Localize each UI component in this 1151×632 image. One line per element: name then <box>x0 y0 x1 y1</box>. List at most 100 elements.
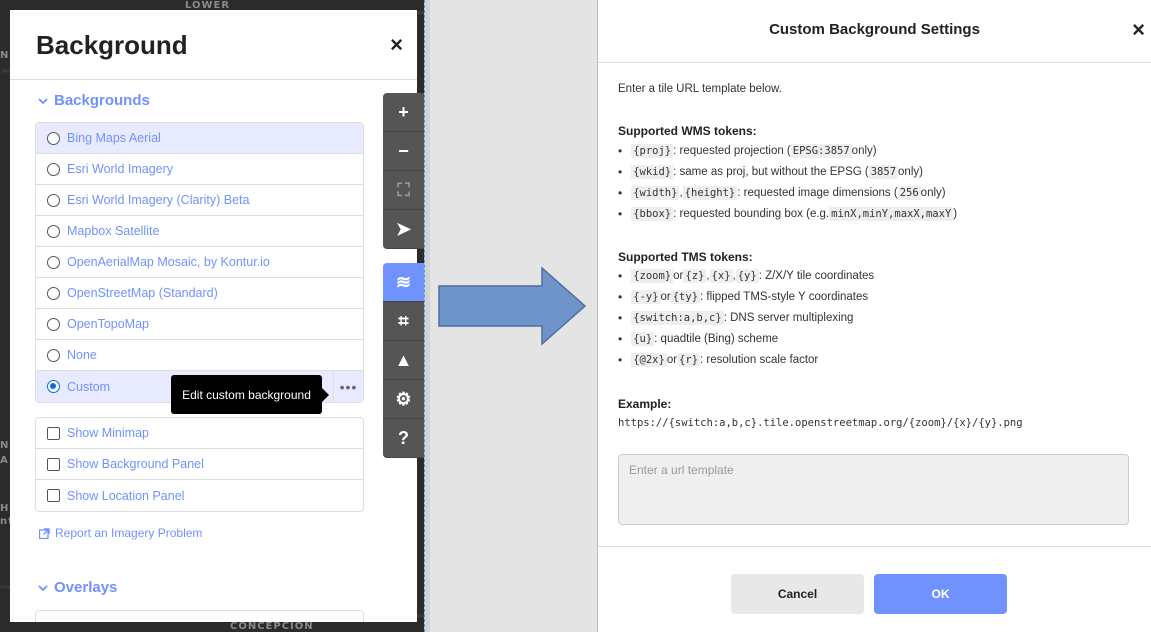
geolocate-icon: ➤ <box>395 218 412 239</box>
report-link-label: Report an Imagery Problem <box>55 526 203 540</box>
zoom-in-icon: + <box>398 101 409 122</box>
close-icon[interactable]: × <box>1132 17 1145 43</box>
background-item-label: Mapbox Satellite <box>67 224 160 238</box>
token-item: {zoom} or {z}, {x}, {y}: Z/X/Y tile coor… <box>618 265 874 286</box>
token-item: {wkid}: same as proj, but without the EP… <box>618 161 957 182</box>
background-item-esri-clarity[interactable]: Esri World Imagery (Clarity) Beta <box>36 185 363 216</box>
zoom-to-selection-button[interactable]: ⛶ <box>383 171 424 210</box>
cancel-button[interactable]: Cancel <box>731 574 864 614</box>
background-pane: Background × Backgrounds Bing Maps Aeria… <box>10 10 417 622</box>
option-label: Show Background Panel <box>67 457 204 471</box>
checkbox[interactable] <box>47 489 60 502</box>
modal-intro: Enter a tile URL template below. <box>618 83 782 95</box>
checkbox[interactable] <box>47 457 60 471</box>
token-item: {proj}: requested projection (EPSG:3857 … <box>618 140 957 161</box>
external-link-icon <box>39 527 50 539</box>
help-pane-button[interactable]: ? <box>383 419 424 458</box>
background-item-label: Bing Maps Aerial <box>67 131 161 145</box>
map-edge-letter: A <box>0 455 9 466</box>
background-item-openaerialmap[interactable]: OpenAerialMap Mosaic, by Kontur.io <box>36 247 363 278</box>
token-item: {-y} or {ty}: flipped TMS-style Y coordi… <box>618 286 874 307</box>
modal-title: Custom Background Settings <box>769 21 980 38</box>
radio-button[interactable] <box>47 255 60 269</box>
background-item-mapbox[interactable]: Mapbox Satellite <box>36 216 363 247</box>
modal-footer: Cancel OK <box>598 546 1151 632</box>
radio-button[interactable] <box>47 317 60 331</box>
radio-button[interactable] <box>47 162 60 176</box>
controls-gap <box>383 249 424 263</box>
custom-background-modal: Custom Background Settings × Enter a til… <box>597 0 1151 632</box>
map-edge-letter: N <box>0 50 10 61</box>
option-label: Show Location Panel <box>67 488 185 503</box>
background-pane-button[interactable]: ≋ <box>383 263 424 302</box>
arrow-right-icon <box>438 266 587 346</box>
background-item-label: OpenStreetMap (Standard) <box>67 286 218 300</box>
token-item: {width}, {height}: requested image dimen… <box>618 182 957 203</box>
background-item-esri[interactable]: Esri World Imagery <box>36 154 363 185</box>
radio-button-checked[interactable] <box>47 380 60 393</box>
token-item: {switch:a,b,c}: DNS server multiplexing <box>618 307 874 328</box>
geolocate-button[interactable]: ➤ <box>383 210 424 249</box>
overlays-section-toggle[interactable]: Overlays <box>38 579 117 596</box>
zoom-out-icon: − <box>398 140 409 161</box>
map-divider <box>424 0 430 632</box>
background-item-label: Custom <box>67 379 111 394</box>
radio-button[interactable] <box>47 193 60 207</box>
section-label: Overlays <box>54 579 118 596</box>
option-show-background-panel[interactable]: Show Background Panel <box>36 449 363 480</box>
token-item: {bbox}: requested bounding box (e.g. min… <box>618 203 957 224</box>
radio-button[interactable] <box>47 286 60 300</box>
url-template-input[interactable] <box>618 454 1129 525</box>
more-options-button[interactable]: ••• <box>333 371 363 402</box>
zoom-in-button[interactable]: + <box>383 93 424 132</box>
radio-button[interactable] <box>47 224 60 238</box>
tooltip: Edit custom background <box>171 375 329 414</box>
map-data-pane-button[interactable]: ⌗ <box>383 302 424 341</box>
map-label: CONCEPCION <box>230 621 314 632</box>
checkbox[interactable] <box>47 426 60 440</box>
background-item-label: OpenTopoMap <box>67 317 150 331</box>
background-item-none[interactable]: None <box>36 340 363 371</box>
example-url: https://{switch:a,b,c}.tile.openstreetma… <box>618 417 1023 429</box>
token-item: {@2x} or {r}: resolution scale factor <box>618 349 874 370</box>
report-imagery-link[interactable]: Report an Imagery Problem <box>39 526 202 540</box>
option-show-location-panel[interactable]: Show Location Panel <box>36 480 363 511</box>
section-label: Backgrounds <box>54 92 150 109</box>
background-item-label: None <box>67 348 97 362</box>
modal-header: Custom Background Settings × <box>598 0 1151 63</box>
background-item-bing[interactable]: Bing Maps Aerial <box>36 123 363 154</box>
map-controls: + − ⛶ ➤ ≋ ⌗ ▲ ⚙ ? <box>383 93 424 458</box>
background-item-label: Esri World Imagery <box>67 162 174 176</box>
radio-button[interactable] <box>47 131 60 145</box>
tms-heading: Supported TMS tokens: <box>618 250 753 264</box>
map-data-icon: ⌗ <box>398 310 409 331</box>
help-icon: ? <box>398 427 409 448</box>
radio-button[interactable] <box>47 348 60 362</box>
zoom-to-selection-icon: ⛶ <box>397 179 410 200</box>
map-edge-letter: N <box>0 440 10 451</box>
background-item-label: Esri World Imagery (Clarity) Beta <box>67 193 250 207</box>
background-item-opentopomap[interactable]: OpenTopoMap <box>36 309 363 340</box>
background-layers-icon: ≋ <box>395 271 412 292</box>
ok-button[interactable]: OK <box>874 574 1007 614</box>
background-item-osm[interactable]: OpenStreetMap (Standard) <box>36 278 363 309</box>
issues-pane-button[interactable]: ▲ <box>383 341 424 380</box>
display-options-list: Show Minimap Show Background Panel Show … <box>35 417 364 512</box>
preferences-pane-button[interactable]: ⚙ <box>383 380 424 419</box>
map-edge-letter: H <box>0 503 10 514</box>
token-item: {u}: quadtile (Bing) scheme <box>618 328 874 349</box>
issues-icon: ▲ <box>394 349 413 370</box>
option-label: Show Minimap <box>67 426 149 440</box>
option-show-minimap[interactable]: Show Minimap <box>36 418 363 449</box>
pane-title: Background <box>36 30 188 60</box>
backgrounds-section-toggle[interactable]: Backgrounds <box>38 92 150 109</box>
preferences-icon: ⚙ <box>395 388 412 409</box>
pane-header: Background × <box>10 10 417 80</box>
zoom-out-button[interactable]: − <box>383 132 424 171</box>
close-icon[interactable]: × <box>390 32 403 58</box>
overlay-layer-list <box>35 610 364 622</box>
background-layer-list: Bing Maps Aerial Esri World Imagery Esri… <box>35 122 364 403</box>
tms-token-list: {zoom} or {z}, {x}, {y}: Z/X/Y tile coor… <box>618 265 874 370</box>
background-item-label: OpenAerialMap Mosaic, by Kontur.io <box>67 255 270 269</box>
chevron-down-icon <box>38 584 48 591</box>
